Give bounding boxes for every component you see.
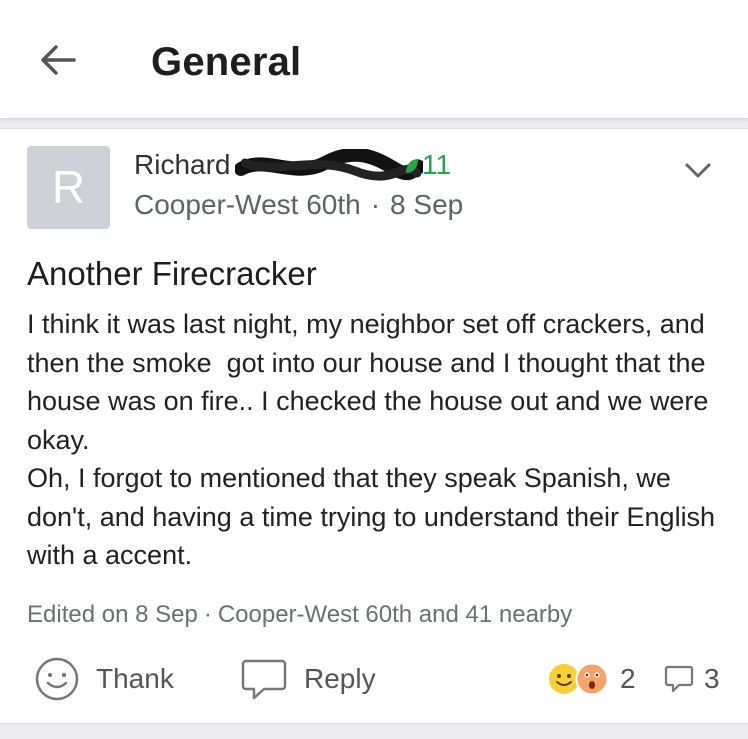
author-name[interactable]: Richard xyxy=(134,149,230,181)
reaction-count: 2 xyxy=(620,663,636,694)
avatar-initial: R xyxy=(51,161,86,213)
neighborhood-link[interactable]: Cooper-West 60th xyxy=(134,189,361,220)
arrow-left-icon xyxy=(41,45,76,75)
redaction-scribble xyxy=(235,149,423,181)
post-date: 8 Sep xyxy=(390,189,464,220)
post-card: R Richard 11 Cooper-West 60th · 8 Sep Anot… xyxy=(0,128,748,724)
reply-count-icon xyxy=(664,665,694,693)
leaf-icon xyxy=(406,159,418,173)
reply-count[interactable]: 3 xyxy=(704,663,720,695)
top-app-bar: General xyxy=(0,0,748,119)
post-meta: Cooper-West 60th · 8 Sep xyxy=(134,189,463,221)
footer-separator: · xyxy=(203,601,212,628)
chevron-down-icon xyxy=(685,163,711,178)
meta-separator: · xyxy=(370,189,381,220)
surprised-emoji-icon xyxy=(575,662,609,696)
post-title: Another Firecracker xyxy=(27,255,317,292)
avatar[interactable]: R xyxy=(27,146,110,229)
thanks-badge: 11 xyxy=(404,149,451,181)
page-title: General xyxy=(151,40,302,84)
post-menu-button[interactable] xyxy=(682,157,714,183)
reply-button[interactable]: Reply xyxy=(240,657,376,701)
reactions-icons[interactable] xyxy=(546,661,616,697)
audience-label[interactable]: Cooper-West 60th and 41 nearby xyxy=(218,601,572,628)
thank-label: Thank xyxy=(96,663,174,694)
thanks-count: 11 xyxy=(422,149,452,180)
smiley-emoji-icon xyxy=(549,664,579,694)
speech-bubble-icon xyxy=(241,659,287,700)
post-body: I think it was last night, my neighbor s… xyxy=(27,309,716,570)
edited-label: Edited on 8 Sep xyxy=(27,601,198,628)
back-button[interactable] xyxy=(38,40,78,80)
reply-label: Reply xyxy=(304,663,376,694)
post-footer: Edited on 8 Sep · Cooper-West 60th and 41 … xyxy=(27,601,572,629)
thank-button[interactable]: Thank xyxy=(34,657,174,701)
smiley-icon xyxy=(35,657,79,701)
